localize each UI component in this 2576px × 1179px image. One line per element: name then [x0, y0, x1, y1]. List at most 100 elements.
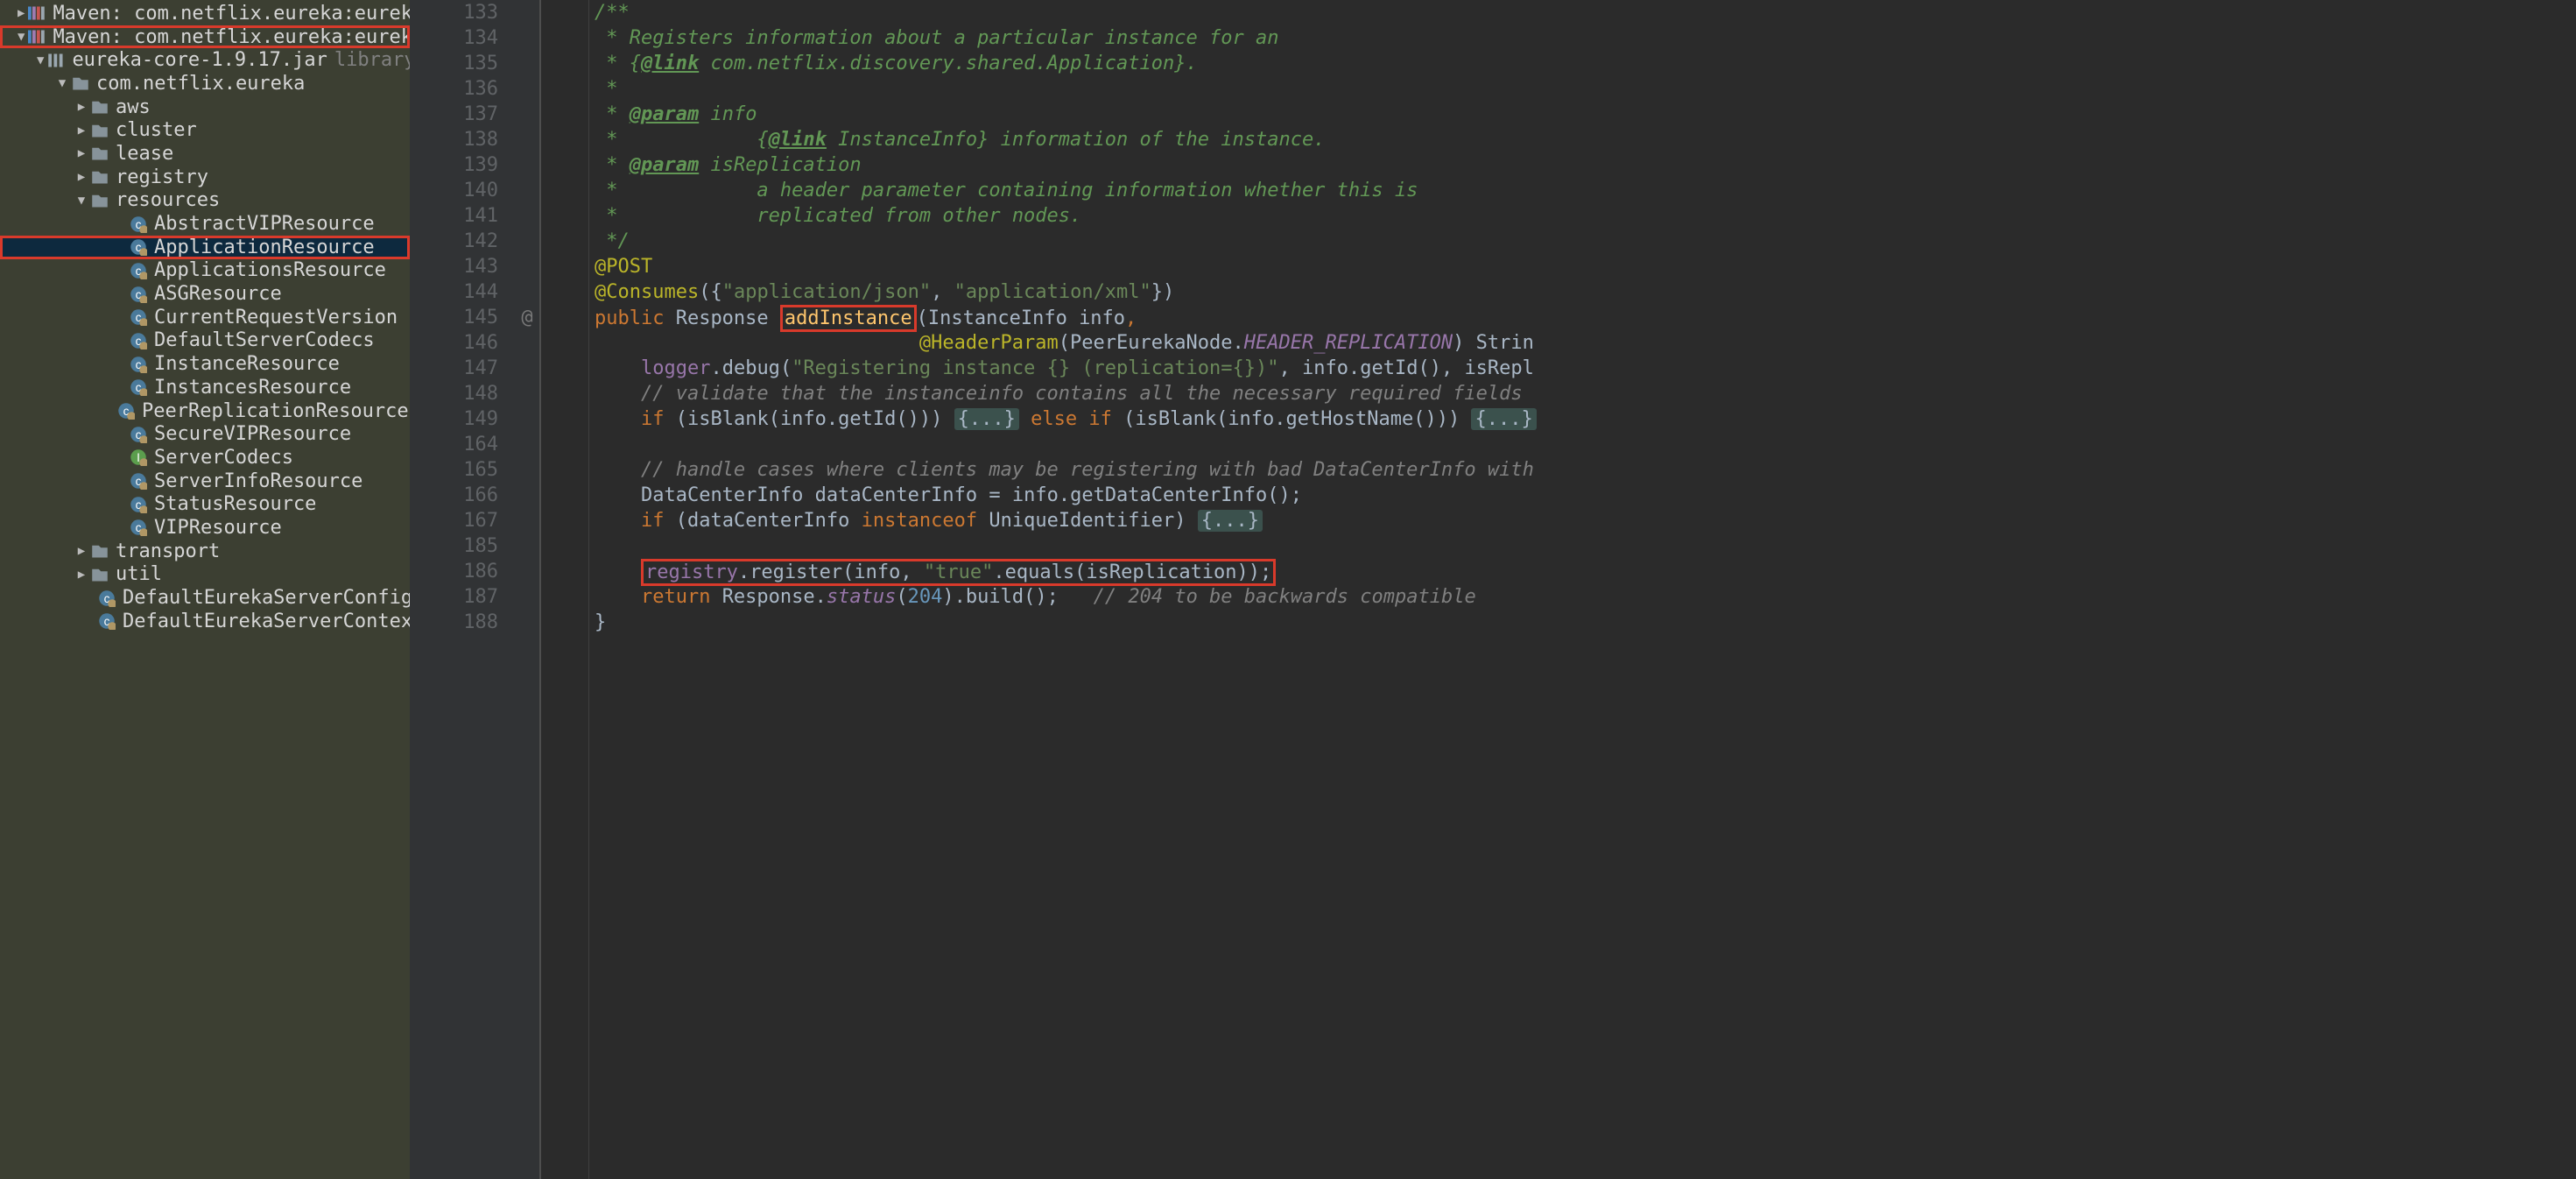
- class-icon: c: [130, 238, 147, 256]
- code-line[interactable]: // handle cases where clients may be reg…: [541, 457, 2576, 483]
- gutter-annotation: [515, 229, 539, 254]
- tree-class-StatusResource[interactable]: cStatusResource: [0, 492, 410, 516]
- tree-class-ServerInfoResource[interactable]: cServerInfoResource: [0, 469, 410, 493]
- tree-pkg-util[interactable]: ▶util: [0, 563, 410, 587]
- gutter-annotation: [515, 559, 539, 584]
- lib-icon: [28, 28, 46, 46]
- chevron-right-icon[interactable]: ▶: [75, 170, 88, 184]
- tree-class-CurrentRequestVersion[interactable]: cCurrentRequestVersion: [0, 306, 410, 329]
- chevron-down-icon[interactable]: ▼: [56, 76, 68, 90]
- code-line[interactable]: * {@link com.netflix.discovery.shared.Ap…: [541, 51, 2576, 76]
- code-line[interactable]: if (dataCenterInfo instanceof UniqueIden…: [541, 508, 2576, 533]
- tree-class-DefaultServerCodecs[interactable]: cDefaultServerCodecs: [0, 329, 410, 353]
- gutter-annotations: @: [515, 0, 539, 1179]
- chevron-right-icon[interactable]: ▶: [75, 544, 88, 558]
- code-line[interactable]: logger.debug("Registering instance {} (r…: [541, 356, 2576, 381]
- tree-class-SecureVIPResource[interactable]: cSecureVIPResource: [0, 422, 410, 446]
- tree-maven-eureka-client[interactable]: ▶Maven: com.netflix.eureka:eureka-client…: [0, 2, 410, 25]
- tree-pkg-transport[interactable]: ▶transport: [0, 540, 410, 563]
- code-line[interactable]: /**: [541, 0, 2576, 25]
- code-line[interactable]: // validate that the instanceinfo contai…: [541, 381, 2576, 406]
- code-line[interactable]: * a header parameter containing informat…: [541, 178, 2576, 203]
- tree-class-InstanceResource[interactable]: cInstanceResource: [0, 352, 410, 376]
- pkg-icon: [91, 145, 109, 162]
- tree-class-AbstractVIPResource[interactable]: cAbstractVIPResource: [0, 212, 410, 236]
- code-line[interactable]: }: [541, 610, 2576, 635]
- tree-pkg-aws[interactable]: ▶aws: [0, 95, 410, 119]
- code-line[interactable]: *: [541, 76, 2576, 102]
- chevron-right-icon[interactable]: ▶: [75, 124, 88, 138]
- code-line[interactable]: @POST: [541, 254, 2576, 279]
- tree-class-PeerReplicationResource[interactable]: cPeerReplicationResource: [0, 399, 410, 423]
- tree-iface-ServerCodecs[interactable]: IServerCodecs: [0, 446, 410, 469]
- tree-class-VIPResource[interactable]: cVIPResource: [0, 516, 410, 540]
- tree-item-label: InstanceResource: [154, 353, 340, 375]
- chevron-right-icon[interactable]: ▶: [75, 146, 88, 160]
- line-number: 186: [410, 559, 498, 584]
- tree-item-label: ASGResource: [154, 283, 282, 305]
- line-number: 146: [410, 330, 498, 356]
- gutter-line-numbers: 1331341351361371381391401411421431441451…: [410, 0, 515, 1179]
- chevron-right-icon[interactable]: ▶: [75, 568, 88, 582]
- chevron-right-icon[interactable]: ▶: [18, 6, 25, 20]
- code-line[interactable]: * @param isReplication: [541, 152, 2576, 178]
- code-line[interactable]: * {@link InstanceInfo} information of th…: [541, 127, 2576, 152]
- code-line[interactable]: public Response addInstance(InstanceInfo…: [541, 305, 2576, 330]
- tree-pkg-resources[interactable]: ▼resources: [0, 189, 410, 213]
- tree-jar-eureka-core[interactable]: ▼eureka-core-1.9.17.jarlibrary root: [0, 48, 410, 72]
- chevron-right-icon[interactable]: ▶: [75, 100, 88, 114]
- tree-class-ASGResource[interactable]: c ASGResource: [0, 282, 410, 306]
- tree-item-label: registry: [116, 166, 208, 188]
- line-number: 185: [410, 533, 498, 559]
- gutter-annotation: [515, 381, 539, 406]
- iface-icon: I: [130, 448, 147, 466]
- code-line[interactable]: registry.register(info, "true".equals(is…: [541, 559, 2576, 584]
- tree-item-label: CurrentRequestVersion: [154, 307, 398, 328]
- ide-root: ▶Maven: com.netflix.eureka:eureka-client…: [0, 0, 2576, 1179]
- tree-pkg-root[interactable]: ▼ com.netflix.eureka: [0, 72, 410, 95]
- tree-class-DefaultEurekaServerContext[interactable]: cDefaultEurekaServerContext: [0, 610, 410, 633]
- code-line[interactable]: if (isBlank(info.getId())) {...} else if…: [541, 406, 2576, 432]
- tree-item-label: ApplicationResource: [154, 237, 375, 258]
- tree-class-ApplicationsResource[interactable]: cApplicationsResource: [0, 259, 410, 283]
- gutter-annotation: [515, 432, 539, 457]
- line-number: 166: [410, 483, 498, 508]
- code-line[interactable]: * replicated from other nodes.: [541, 203, 2576, 229]
- gutter-annotation: [515, 584, 539, 610]
- code-line[interactable]: @HeaderParam(PeerEurekaNode.HEADER_REPLI…: [541, 330, 2576, 356]
- pkg-icon: [91, 192, 109, 209]
- gutter-annotation: [515, 25, 539, 51]
- tree-item-label: VIPResource: [154, 517, 282, 539]
- code-line[interactable]: @Consumes({"application/json", "applicat…: [541, 279, 2576, 305]
- tree-pkg-lease[interactable]: ▶lease: [0, 142, 410, 166]
- code-body: /** * Registers information about a part…: [541, 0, 2576, 635]
- tree-class-DefaultEurekaServerConfig[interactable]: cDefaultEurekaServerConfig: [0, 586, 410, 610]
- code-line[interactable]: */: [541, 229, 2576, 254]
- tree-pkg-registry[interactable]: ▶ registry: [0, 166, 410, 189]
- chevron-down-icon[interactable]: ▼: [37, 53, 44, 67]
- editor-pane[interactable]: /** * Registers information about a part…: [541, 0, 2576, 1179]
- code-line[interactable]: DataCenterInfo dataCenterInfo = info.get…: [541, 483, 2576, 508]
- tree-maven-eureka-core[interactable]: ▼Maven: com.netflix.eureka:eureka-core:1…: [0, 25, 410, 49]
- code-line[interactable]: * Registers information about a particul…: [541, 25, 2576, 51]
- tree-item-label: eureka-core-1.9.17.jar: [72, 49, 327, 71]
- tree-class-InstancesResource[interactable]: cInstancesResource: [0, 376, 410, 399]
- tree-pkg-cluster[interactable]: ▶cluster: [0, 118, 410, 142]
- tree-item-label: ApplicationsResource: [154, 259, 386, 281]
- code-line[interactable]: [541, 432, 2576, 457]
- code-fold: {...}: [954, 408, 1019, 430]
- line-number: 145: [410, 305, 498, 330]
- project-tree[interactable]: ▶Maven: com.netflix.eureka:eureka-client…: [0, 0, 410, 1179]
- code-line[interactable]: return Response.status(204).build(); // …: [541, 584, 2576, 610]
- pkg-icon: [91, 98, 109, 116]
- code-line[interactable]: [541, 533, 2576, 559]
- tree-item-label: com.netflix.eureka: [96, 73, 305, 95]
- line-number: 165: [410, 457, 498, 483]
- gutter-annotation: [515, 0, 539, 25]
- code-line[interactable]: * @param info: [541, 102, 2576, 127]
- pkg-icon: [72, 74, 89, 92]
- chevron-down-icon[interactable]: ▼: [18, 30, 25, 44]
- chevron-down-icon[interactable]: ▼: [75, 194, 88, 208]
- tree-class-ApplicationResource[interactable]: c ApplicationResource: [0, 236, 410, 259]
- class-icon: c: [130, 286, 147, 303]
